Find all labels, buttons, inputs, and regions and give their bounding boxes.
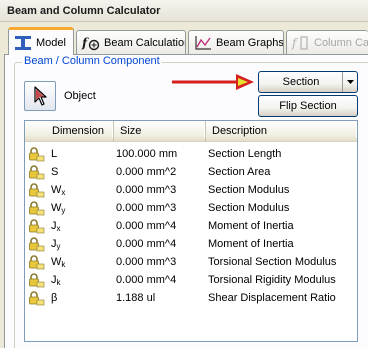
table-row[interactable]: Jx 0.000 mm^4 Moment of Inertia: [25, 217, 357, 235]
size-cell: 0.000 mm^4: [116, 238, 177, 250]
dimension-cell: β: [51, 289, 113, 307]
dimension-cell: Wx: [51, 181, 113, 199]
dimension-subscript: x: [61, 188, 66, 197]
tab-column-calculation[interactable]: f Column Calcu: [286, 30, 368, 54]
table-row[interactable]: S 0.000 mm^2 Section Area: [25, 163, 357, 181]
tab-beam-calculation[interactable]: f Beam Calculation: [76, 30, 186, 54]
table-row[interactable]: Wx 0.000 mm^3 Section Modulus: [25, 181, 357, 199]
size-cell: 0.000 mm^3: [116, 184, 177, 196]
dimension-subscript: y: [56, 242, 61, 251]
description-cell: Section Length: [208, 148, 282, 160]
dimension-symbol: L: [51, 148, 58, 160]
size-cell: 1.188 ul: [116, 292, 156, 304]
dimension-cell: Wk: [51, 253, 113, 271]
size-cell: 100.000 mm: [116, 148, 178, 160]
size-cell: 0.000 mm^3: [116, 256, 177, 268]
dimension-cell: Wy: [51, 199, 113, 217]
group-label: Beam / Column Component: [22, 55, 162, 67]
dimension-cell: Jy: [51, 235, 113, 253]
dimension-symbol: W: [51, 202, 62, 214]
column-calc-icon: f: [291, 34, 311, 52]
svg-text:f: f: [81, 36, 89, 50]
table-row[interactable]: β 1.188 ul Shear Displacement Ratio: [25, 289, 357, 307]
tab-beam-graphs-label: Beam Graphs: [216, 36, 284, 49]
section-button[interactable]: Section: [258, 71, 358, 93]
table-row[interactable]: Jk 0.000 mm^4 Torsional Rigidity Modulus: [25, 271, 357, 289]
column-header-dimension[interactable]: Dimension: [25, 121, 114, 142]
description-cell: Shear Displacement Ratio: [208, 292, 336, 304]
description-cell: Moment of Inertia: [208, 238, 294, 250]
window-title: Beam and Column Calculator: [0, 0, 368, 22]
tab-beam-graphs[interactable]: Beam Graphs: [188, 30, 284, 54]
dimension-table[interactable]: Dimension Size Description L 100.000 mm Se…: [24, 120, 358, 342]
table-row[interactable]: Wk 0.000 mm^3 Torsional Section Modulus: [25, 253, 357, 271]
flip-section-button[interactable]: Flip Section: [258, 95, 358, 117]
table-row[interactable]: Jy 0.000 mm^4 Moment of Inertia: [25, 235, 357, 253]
dimension-cell: Jx: [51, 217, 113, 235]
size-cell: 0.000 mm^4: [116, 220, 177, 232]
description-cell: Section Area: [208, 166, 271, 178]
description-cell: Section Modulus: [208, 184, 290, 196]
dimension-symbol: S: [51, 166, 59, 178]
table-header: Dimension Size Description: [25, 121, 357, 142]
object-label: Object: [64, 90, 96, 102]
tab-model[interactable]: Model: [8, 27, 74, 55]
description-cell: Moment of Inertia: [208, 220, 294, 232]
lock-icon: [28, 164, 46, 180]
lock-icon: [28, 236, 46, 252]
object-select-button[interactable]: [24, 81, 56, 111]
dimension-symbol: W: [51, 184, 62, 196]
dimension-cell: Jk: [51, 271, 113, 289]
dimension-cell: S: [51, 163, 113, 181]
dimension-cell: L: [51, 145, 113, 163]
select-cursor-icon: [34, 86, 47, 106]
tab-strip: Model f Beam Calculation Beam Graphs f C…: [0, 22, 368, 55]
graph-icon: [193, 34, 213, 52]
description-cell: Torsional Section Modulus: [208, 256, 337, 268]
size-cell: 0.000 mm^3: [116, 202, 177, 214]
lock-icon: [28, 254, 46, 270]
column-header-size[interactable]: Size: [114, 121, 206, 142]
lock-icon: [28, 182, 46, 198]
table-row[interactable]: Wy 0.000 mm^3 Section Modulus: [25, 199, 357, 217]
lock-icon: [28, 146, 46, 162]
column-header-description[interactable]: Description: [206, 121, 357, 142]
dimension-subscript: k: [61, 260, 66, 269]
section-button-label: Section: [282, 76, 320, 88]
section-dropdown-button[interactable]: [342, 72, 357, 92]
lock-icon: [28, 200, 46, 216]
function-icon: f: [81, 34, 101, 52]
description-cell: Torsional Rigidity Modulus: [208, 274, 336, 286]
dimension-symbol: W: [51, 256, 62, 268]
size-cell: 0.000 mm^2: [116, 166, 177, 178]
lock-icon: [28, 272, 46, 288]
tab-column-calculation-label: Column Calcu: [314, 36, 368, 49]
dimension-subscript: y: [61, 206, 66, 215]
lock-icon: [28, 290, 46, 306]
lock-icon: [28, 218, 46, 234]
arrow-icon: [172, 74, 254, 90]
flip-section-button-label: Flip Section: [279, 100, 337, 112]
tab-model-label: Model: [36, 36, 66, 49]
description-cell: Section Modulus: [208, 202, 290, 214]
size-cell: 0.000 mm^4: [116, 274, 177, 286]
table-row[interactable]: L 100.000 mm Section Length: [25, 145, 357, 163]
dimension-subscript: k: [56, 278, 61, 287]
chevron-down-icon: [346, 80, 354, 84]
dimension-symbol: β: [51, 292, 58, 304]
svg-text:f: f: [291, 36, 299, 50]
beam-section-icon: [13, 34, 33, 52]
dimension-subscript: x: [56, 224, 61, 233]
tab-beam-calculation-label: Beam Calculation: [104, 36, 186, 49]
